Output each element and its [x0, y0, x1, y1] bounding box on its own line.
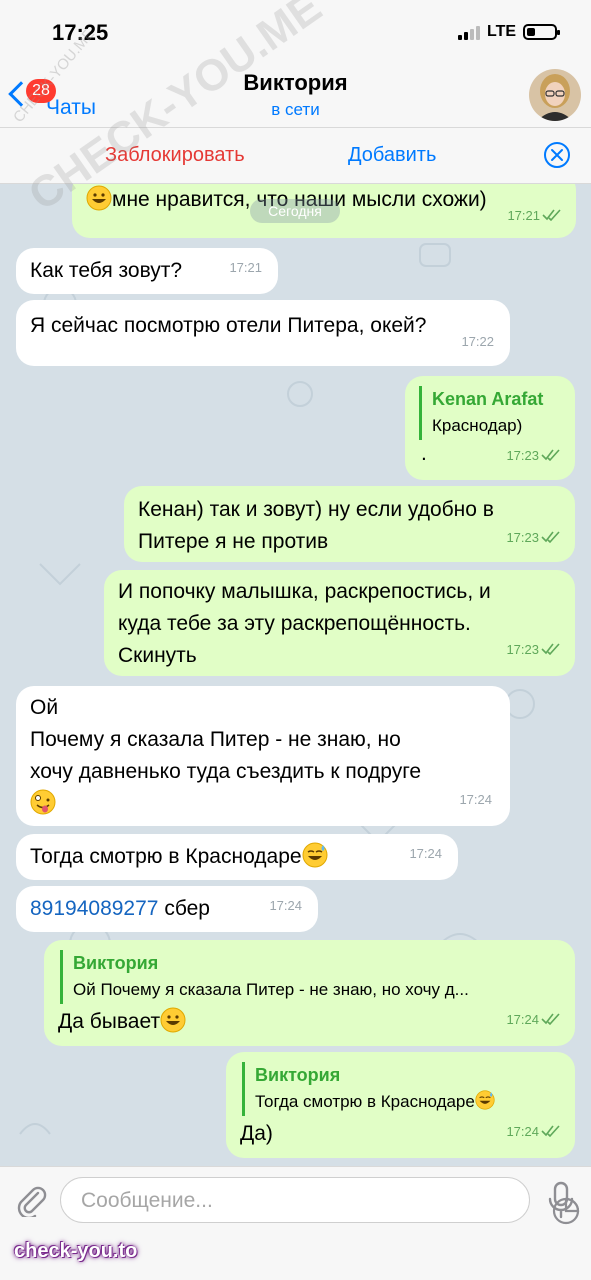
message-time: 17:23 [506, 448, 539, 463]
message-text: сбер [158, 897, 210, 920]
message-time: 17:24 [506, 1012, 539, 1027]
network-type: LTE [487, 23, 517, 40]
message-bubble[interactable]: Виктория Ой Почему я сказала Питер - не … [44, 940, 575, 1046]
message-bubble[interactable]: Ой Почему я сказала Питер - не знаю, но … [16, 686, 510, 826]
message-text-line: Кенан) так и зовут) ну если удобно в [138, 498, 494, 521]
contact-status: в сети [271, 100, 320, 119]
message-text-line: Питере я не против [138, 530, 329, 553]
message-time: 17:23 [506, 530, 539, 545]
message-time: 17:23 [506, 642, 539, 657]
reply-preview[interactable]: Виктория Тогда смотрю в Краснодаре [242, 1062, 560, 1116]
add-contact-button[interactable]: Добавить [348, 144, 436, 167]
message-text-line: куда тебе за эту раскрепощённость. [118, 612, 471, 635]
grinning-emoji-icon [160, 1007, 186, 1033]
message-time: 17:21 [229, 260, 262, 275]
reply-preview[interactable]: Виктория Ой Почему я сказала Питер - не … [60, 950, 558, 1004]
message-text: Тогда смотрю в Краснодаре [30, 845, 302, 868]
read-receipt-icon [541, 531, 560, 543]
reply-snippet: Краснодар) [432, 416, 523, 435]
reply-snippet: Тогда смотрю в Краснодаре [255, 1092, 475, 1111]
message-text-line: И попочку малышка, раскрепостись, и [118, 580, 491, 603]
message-input[interactable]: Сообщение... [60, 1177, 580, 1225]
message-text-line: Ой [30, 696, 59, 719]
reply-author: Kenan Arafat [432, 389, 544, 409]
paperclip-icon[interactable] [14, 1183, 48, 1217]
chat-header: Чаты 28 Виктория в сети [0, 60, 591, 128]
message-text-line: Скинуть [118, 644, 197, 667]
read-receipt-icon [541, 449, 560, 461]
phone-number-link[interactable]: 89194089277 [30, 897, 158, 920]
message-bubble[interactable]: 89194089277 сбер 17:24 [16, 886, 318, 932]
read-receipt-icon [541, 643, 560, 655]
close-icon[interactable] [543, 141, 571, 169]
avatar[interactable] [529, 69, 581, 121]
read-receipt-icon [541, 1125, 560, 1137]
message-text: Я сейчас посмотрю отели Питера, окей? [30, 314, 427, 337]
sweat-smile-emoji-icon [475, 1090, 495, 1110]
read-receipt-icon [542, 209, 561, 221]
message-text: Как тебя зовут? [30, 259, 183, 282]
zany-face-emoji-icon [30, 789, 56, 815]
message-time: 17:24 [269, 898, 302, 913]
reply-author: Виктория [255, 1065, 341, 1085]
reply-author: Виктория [73, 953, 159, 973]
signal-icon [458, 26, 480, 40]
message-bubble[interactable]: Kenan Arafat Краснодар) . 17:23 [405, 376, 575, 480]
read-receipt-icon [541, 1013, 560, 1025]
battery-icon [523, 24, 560, 40]
message-time: 17:24 [506, 1124, 539, 1139]
microphone-icon[interactable] [546, 1181, 576, 1219]
message-time: 17:21 [507, 208, 540, 223]
message-bubble[interactable]: Виктория Тогда смотрю в Краснодаре Да) 1… [226, 1052, 575, 1158]
contact-name[interactable]: Виктория [0, 70, 591, 96]
message-bubble[interactable]: Я сейчас посмотрю отели Питера, окей? 17… [16, 300, 510, 366]
message-text: Да) [240, 1122, 273, 1145]
sweat-smile-emoji-icon [302, 842, 328, 868]
message-list[interactable]: мне нравится, что наши мысли схожи) 17:2… [0, 184, 591, 1166]
site-watermark: check-you.to [14, 1240, 138, 1262]
message-bubble[interactable]: Тогда смотрю в Краснодаре 17:24 [16, 834, 458, 880]
message-bubble[interactable]: И попочку малышка, раскрепостись, и куда… [104, 570, 575, 676]
message-text: Да бывает [58, 1010, 161, 1033]
message-time: 17:24 [459, 792, 492, 807]
message-time: 17:22 [461, 334, 494, 349]
message-input-placeholder: Сообщение... [81, 1189, 213, 1212]
message-time: 17:24 [409, 846, 442, 861]
reply-snippet: Ой Почему я сказала Питер - не знаю, но … [73, 980, 469, 999]
reply-preview[interactable]: Kenan Arafat Краснодар) [419, 386, 561, 440]
date-separator: Сегодня [250, 199, 340, 223]
message-bubble[interactable]: Кенан) так и зовут) ну если удобно в Пит… [124, 486, 575, 562]
message-text-line: хочу давненько туда съездить к подруге [30, 760, 422, 783]
message-text-line: Почему я сказала Питер - не знаю, но [30, 728, 401, 751]
message-text: . [421, 442, 427, 465]
message-bubble[interactable]: Как тебя зовут? 17:21 [16, 248, 278, 294]
